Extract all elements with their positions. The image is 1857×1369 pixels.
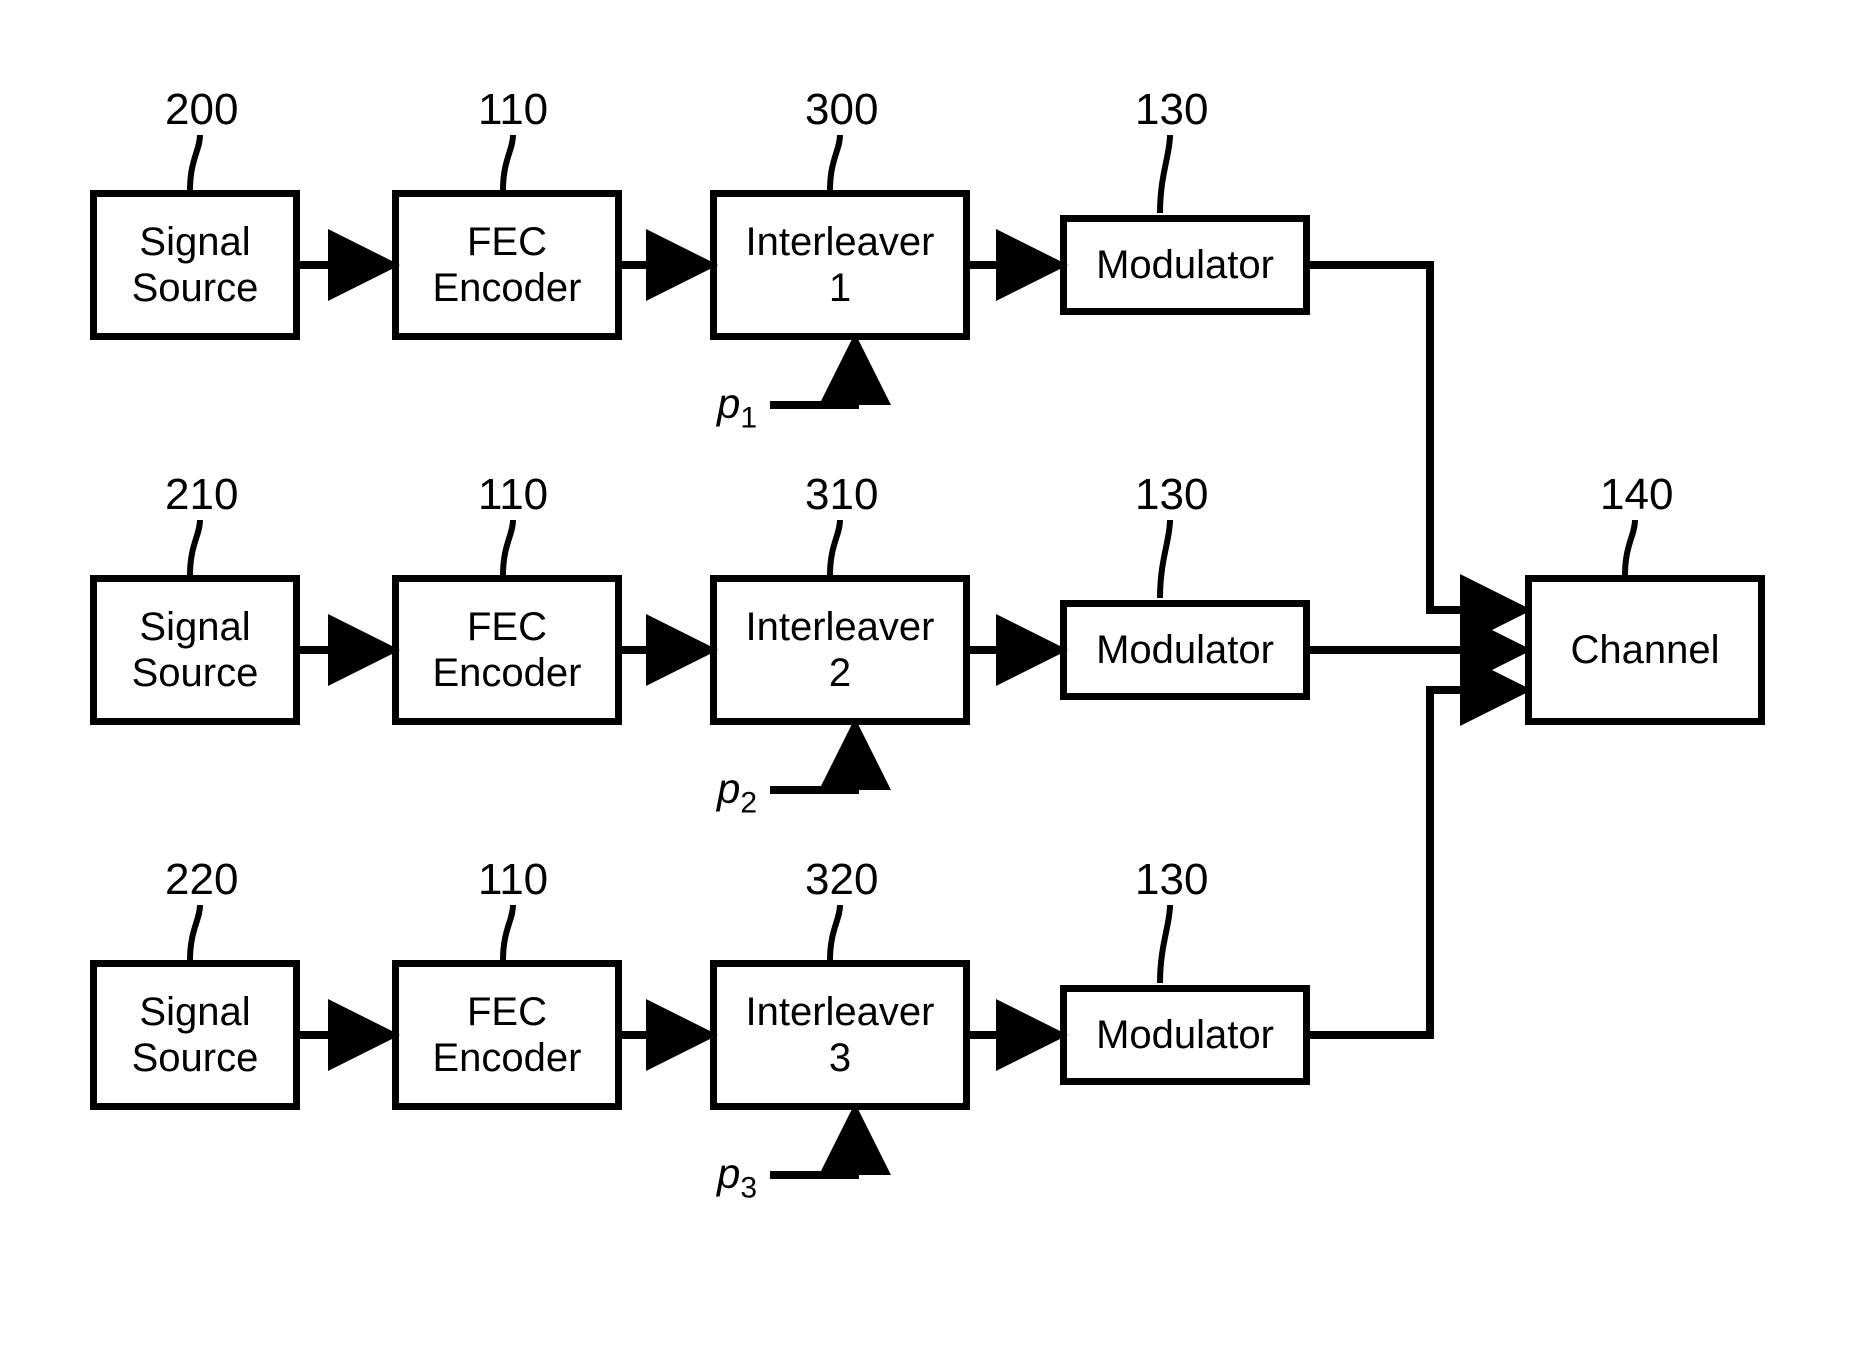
param-sym: p [717, 1150, 740, 1197]
interleaver-3: Interleaver 3 [710, 960, 970, 1110]
ref-310: 310 [805, 470, 878, 520]
ref-130b: 130 [1135, 470, 1208, 520]
ref-300: 300 [805, 85, 878, 135]
ref-110a: 110 [478, 85, 548, 135]
param-sub: 2 [740, 786, 757, 819]
interleaver-2: Interleaver 2 [710, 575, 970, 725]
param-sym: p [717, 380, 740, 427]
param-sub: 3 [740, 1171, 757, 1204]
label: Interleaver [746, 604, 935, 650]
label: Source [132, 650, 259, 696]
label: Encoder [433, 650, 582, 696]
signal-source-2: Signal Source [90, 575, 300, 725]
param-p3: p3 [717, 1150, 757, 1205]
label: FEC [467, 219, 547, 265]
label: FEC [467, 989, 547, 1035]
ref-130a: 130 [1135, 85, 1208, 135]
fec-encoder-3: FEC Encoder [392, 960, 622, 1110]
label: Signal [139, 604, 250, 650]
label: Signal [139, 989, 250, 1035]
label: Channel [1570, 627, 1719, 673]
label: Interleaver [746, 219, 935, 265]
modulator-1: Modulator [1060, 215, 1310, 315]
interleaver-1: Interleaver 1 [710, 190, 970, 340]
label: FEC [467, 604, 547, 650]
ref-320: 320 [805, 855, 878, 905]
label: Modulator [1096, 627, 1274, 673]
ref-140: 140 [1600, 470, 1673, 520]
ref-220: 220 [165, 855, 238, 905]
channel-block: Channel [1525, 575, 1765, 725]
modulator-2: Modulator [1060, 600, 1310, 700]
diagram-canvas: Signal Source FEC Encoder Interleaver 1 … [0, 0, 1857, 1369]
param-p1: p1 [717, 380, 757, 435]
fec-encoder-1: FEC Encoder [392, 190, 622, 340]
label: Signal [139, 219, 250, 265]
modulator-3: Modulator [1060, 985, 1310, 1085]
label: 1 [829, 265, 851, 311]
ref-200: 200 [165, 85, 238, 135]
ref-130c: 130 [1135, 855, 1208, 905]
label: 3 [829, 1035, 851, 1081]
ref-110b: 110 [478, 470, 548, 520]
label: Modulator [1096, 1012, 1274, 1058]
param-sub: 1 [740, 401, 757, 434]
signal-source-3: Signal Source [90, 960, 300, 1110]
label: Modulator [1096, 242, 1274, 288]
label: Encoder [433, 265, 582, 311]
fec-encoder-2: FEC Encoder [392, 575, 622, 725]
ref-210: 210 [165, 470, 238, 520]
label: Encoder [433, 1035, 582, 1081]
label: Source [132, 265, 259, 311]
param-p2: p2 [717, 765, 757, 820]
signal-source-1: Signal Source [90, 190, 300, 340]
label: 2 [829, 650, 851, 696]
param-sym: p [717, 765, 740, 812]
label: Source [132, 1035, 259, 1081]
label: Interleaver [746, 989, 935, 1035]
ref-110c: 110 [478, 855, 548, 905]
